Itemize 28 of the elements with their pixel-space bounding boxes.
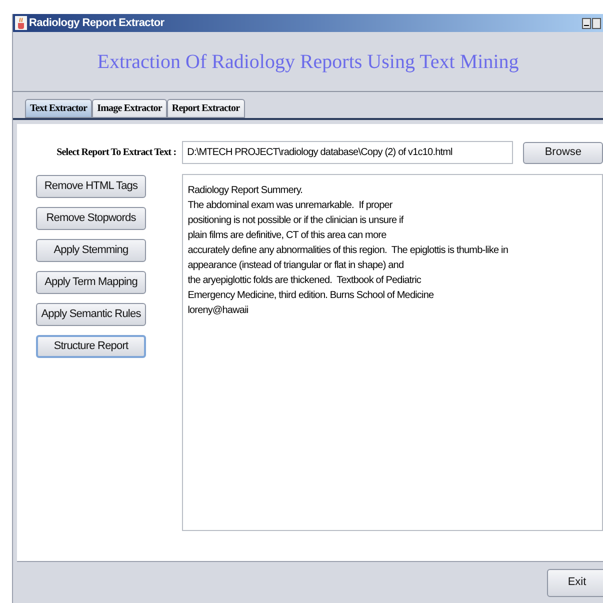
report-line: Emergency Medicine, third edition. Burns School of Medicine — [188, 289, 434, 303]
action-button[interactable]: Structure Report — [36, 335, 146, 358]
report-text-area[interactable] — [182, 174, 603, 531]
coffee-cup-icon — [15, 16, 27, 30]
action-button[interactable]: Apply Term Mapping — [36, 271, 146, 294]
tab[interactable]: Image Extractor — [92, 99, 167, 118]
window-title: Radiology Report Extractor — [29, 16, 164, 31]
action-button[interactable]: Remove Stopwords — [36, 207, 146, 230]
action-button[interactable]: Apply Stemming — [36, 239, 146, 262]
report-line: loreny@hawaii — [188, 304, 248, 318]
report-line: plain films are definitive, CT of this area can more — [188, 229, 386, 243]
tab[interactable]: Report Extractor — [166, 99, 245, 118]
file-path-field[interactable]: D:\MTECH PROJECT\radiology database\Copy (2) of v1c10.html — [182, 141, 514, 164]
action-button[interactable]: Remove HTML Tags — [36, 175, 146, 198]
browse-button[interactable]: Browse — [523, 142, 603, 164]
report-line: positioning is not possible or if the clinician is unsure if — [188, 214, 404, 228]
action-button[interactable]: Apply Semantic Rules — [36, 303, 146, 326]
minimize-button[interactable] — [582, 18, 591, 28]
report-line: The abdominal exam was unremarkable. If proper — [188, 199, 392, 213]
report-line: appearance (instead of triangular or flat in shape) and — [188, 259, 404, 273]
report-line: Radiology Report Summery. — [188, 184, 303, 198]
exit-button[interactable]: Exit — [547, 568, 603, 596]
app-heading: Extraction Of Radiology Reports Using Text Mining — [97, 50, 519, 74]
report-line: the aryepiglottic folds are thickened. Textbook of Pediatric — [188, 274, 422, 288]
maximize-button[interactable] — [592, 18, 601, 28]
tab[interactable]: Text Extractor — [25, 99, 92, 118]
file-select-label: Select Report To Extract Text : — [56, 146, 176, 160]
report-line: accurately define any abnormalities of this region. The epiglottis is thumb-like in — [188, 244, 508, 258]
